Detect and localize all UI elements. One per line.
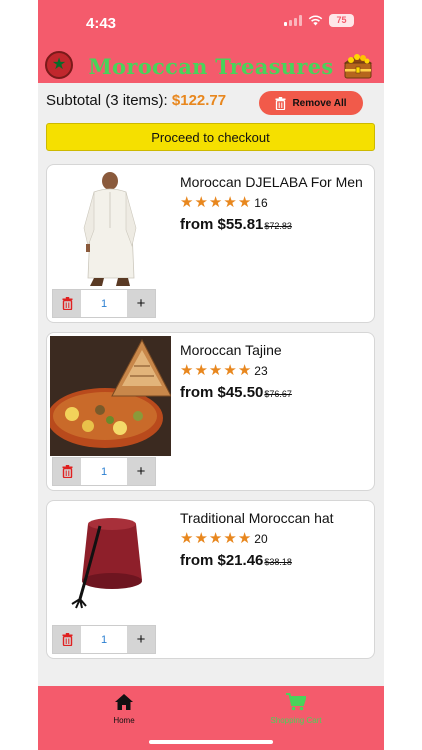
- star-icon: ★: [194, 362, 208, 379]
- rating-count: 20: [254, 532, 268, 546]
- star-icon: ★: [237, 530, 252, 547]
- original-price: $38.18: [264, 557, 292, 567]
- product-title[interactable]: Moroccan DJELABA For Men: [180, 174, 363, 190]
- cart-item-card: Moroccan DJELABA For Men ★ ★ ★ ★ ★ 16 from $…: [46, 164, 375, 323]
- star-icon: ★: [208, 530, 223, 547]
- star-icon: ★: [237, 362, 252, 379]
- tab-home-label: Home: [113, 716, 135, 725]
- trash-icon: [62, 633, 72, 646]
- subtotal-text: Subtotal (3 items): $122.77: [46, 92, 226, 109]
- quantity-value[interactable]: 1: [81, 626, 127, 653]
- trash-icon: [275, 96, 286, 110]
- star-icon: ★: [223, 194, 237, 211]
- quantity-value[interactable]: 1: [81, 290, 127, 317]
- price-row: from $45.50$76.67: [180, 384, 292, 402]
- star-icon: ★: [223, 362, 237, 379]
- status-icons: 75: [284, 14, 354, 27]
- app-header: 4:43 75 ★ Moroccan Treasures: [38, 0, 384, 83]
- price-row: from $55.81$72.83: [180, 216, 292, 234]
- current-price: from $45.50: [180, 384, 264, 401]
- quantity-stepper: 1 +: [52, 625, 156, 654]
- price-row: from $21.46$38.18: [180, 552, 292, 570]
- home-icon: [115, 694, 133, 710]
- star-icon: ★: [194, 194, 208, 211]
- subtotal-amount: $122.77: [171, 92, 227, 109]
- checkout-button[interactable]: Proceed to checkout: [46, 123, 375, 151]
- rating-stars: ★ ★ ★ ★ ★ 20: [180, 530, 268, 548]
- original-price: $76.67: [264, 389, 292, 399]
- delete-item-button[interactable]: [53, 626, 81, 653]
- star-icon: ★: [180, 194, 194, 211]
- increase-quantity-button[interactable]: +: [127, 458, 155, 485]
- product-image[interactable]: [50, 504, 171, 624]
- quantity-stepper: 1 +: [52, 457, 156, 486]
- battery-icon: 75: [329, 14, 354, 27]
- trash-icon: [62, 297, 72, 310]
- increase-quantity-button[interactable]: +: [127, 626, 155, 653]
- treasure-chest-icon[interactable]: [342, 50, 374, 80]
- status-time: 4:43: [86, 15, 117, 32]
- star-icon: ★: [180, 530, 194, 547]
- quantity-stepper: 1 +: [52, 289, 156, 318]
- quantity-value[interactable]: 1: [81, 458, 127, 485]
- star-icon: ★: [223, 530, 237, 547]
- rating-stars: ★ ★ ★ ★ ★ 16: [180, 194, 268, 212]
- rating-count: 23: [254, 364, 268, 378]
- cart-item-card: Moroccan Tajine ★ ★ ★ ★ ★ 23 from $45.50$76.…: [46, 332, 375, 491]
- remove-all-label: Remove All: [292, 97, 347, 109]
- original-price: $72.83: [264, 221, 292, 231]
- tab-home[interactable]: Home: [64, 692, 184, 725]
- rating-stars: ★ ★ ★ ★ ★ 23: [180, 362, 268, 380]
- rating-count: 16: [254, 196, 268, 210]
- shopping-cart-icon: [286, 693, 306, 711]
- current-price: from $21.46: [180, 552, 264, 569]
- tab-shopping-cart[interactable]: Shopping Cart: [236, 692, 356, 725]
- delete-item-button[interactable]: [53, 290, 81, 317]
- star-icon: ★: [180, 362, 194, 379]
- app-title: Moroccan Treasures: [88, 54, 334, 79]
- star-icon: ★: [237, 194, 252, 211]
- product-image[interactable]: [50, 168, 171, 288]
- star-icon: ★: [208, 194, 223, 211]
- app-screen: 4:43 75 ★ Moroccan Treasures Subtotal (3…: [38, 0, 384, 750]
- remove-all-button[interactable]: Remove All: [259, 91, 363, 115]
- product-image[interactable]: [50, 336, 171, 456]
- delete-item-button[interactable]: [53, 458, 81, 485]
- product-title[interactable]: Traditional Moroccan hat: [180, 510, 334, 526]
- current-price: from $55.81: [180, 216, 264, 233]
- increase-quantity-button[interactable]: +: [127, 290, 155, 317]
- star-icon: ★: [208, 362, 223, 379]
- wifi-icon: [308, 15, 323, 26]
- signal-icon: [284, 15, 302, 26]
- home-indicator: [149, 740, 273, 744]
- star-icon: ★: [194, 530, 208, 547]
- subtotal-label: Subtotal (3 items):: [46, 92, 172, 109]
- tab-shopping-cart-label: Shopping Cart: [270, 716, 322, 725]
- cart-item-card: Traditional Moroccan hat ★ ★ ★ ★ ★ 20 from $…: [46, 500, 375, 659]
- product-title[interactable]: Moroccan Tajine: [180, 342, 282, 358]
- trash-icon: [62, 465, 72, 478]
